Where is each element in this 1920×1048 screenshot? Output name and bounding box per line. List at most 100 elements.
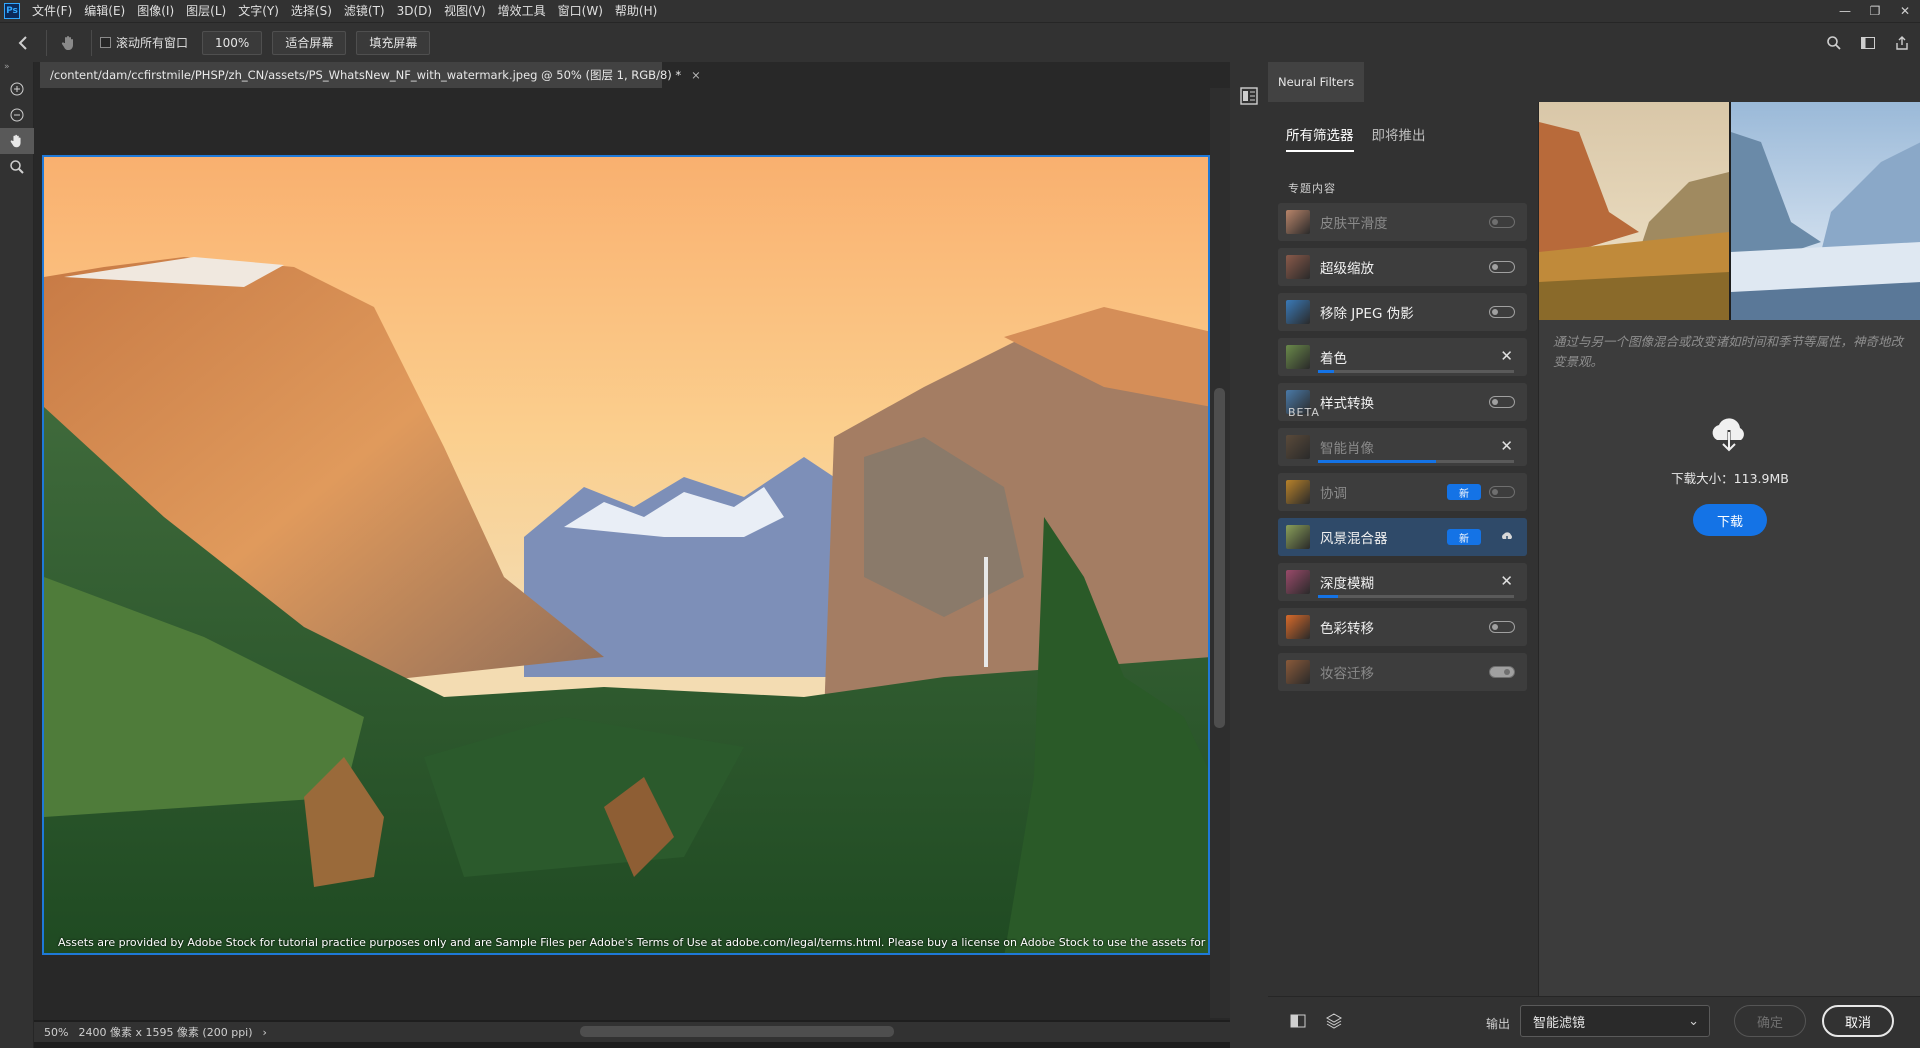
progress-fill	[1318, 595, 1338, 598]
compare-icon[interactable]	[1288, 1011, 1308, 1031]
filter-toggle[interactable]	[1489, 396, 1515, 408]
restore-icon[interactable]: ❐	[1860, 0, 1890, 22]
download-button[interactable]: 下载	[1693, 504, 1767, 536]
filter-list: 所有筛选器 即将推出 专题内容 皮肤平滑度超级缩放移除 JPEG 伪影着色 ✕ 样式…	[1268, 102, 1538, 996]
filter-item[interactable]: 超级缩放	[1278, 248, 1527, 286]
horizontal-scrollbar-thumb[interactable]	[580, 1026, 894, 1037]
options-right	[1820, 29, 1916, 57]
output-select[interactable]: 智能滤镜 ⌄	[1520, 1005, 1710, 1037]
filter-thumbnail-icon	[1286, 345, 1310, 369]
menu-item[interactable]: 帮助(H)	[609, 0, 663, 22]
menu-item[interactable]: 窗口(W)	[552, 0, 609, 22]
menu-item[interactable]: 文字(Y)	[232, 0, 285, 22]
filter-thumbnail-icon	[1286, 300, 1310, 324]
document-image[interactable]: Assets are provided by Adobe Stock for t…	[42, 155, 1210, 955]
tab-all-filters[interactable]: 所有筛选器	[1286, 124, 1354, 152]
filter-item[interactable]: 皮肤平滑度	[1278, 203, 1527, 241]
close-icon[interactable]: ✕	[1890, 0, 1920, 22]
filter-name: 样式转换	[1320, 396, 1374, 412]
menu-item[interactable]: 滤镜(T)	[338, 0, 391, 22]
filter-item[interactable]: 色彩转移	[1278, 608, 1527, 646]
document-dimensions: 2400 像素 x 1595 像素 (200 ppi)	[78, 1026, 253, 1039]
filter-item[interactable]: 智能肖像 ✕	[1278, 428, 1527, 466]
fill-screen-button[interactable]: 填充屏幕	[356, 30, 431, 55]
filter-name: 风景混合器	[1320, 531, 1388, 547]
separator	[46, 29, 47, 56]
filter-thumbnail-icon	[1286, 525, 1310, 549]
menu-item[interactable]: 3D(D)	[391, 0, 438, 22]
progress-fill	[1318, 460, 1436, 463]
menu-item[interactable]: 选择(S)	[285, 0, 338, 22]
photoshop-logo: Ps	[4, 3, 20, 19]
menu-item[interactable]: 图像(I)	[131, 0, 180, 22]
filter-thumbnail-icon	[1286, 570, 1310, 594]
filter-toggle[interactable]	[1489, 666, 1515, 678]
filter-toggle[interactable]	[1489, 216, 1515, 228]
filter-tabs: 所有筛选器 即将推出	[1286, 124, 1426, 152]
zoom-out-icon[interactable]	[0, 102, 34, 128]
filter-item[interactable]: 移除 JPEG 伪影	[1278, 293, 1527, 331]
filter-item[interactable]: 妆容迁移	[1278, 653, 1527, 691]
filter-toggle[interactable]	[1489, 261, 1515, 273]
filter-item[interactable]: 深度模糊 ✕	[1278, 563, 1527, 601]
back-chevron-icon[interactable]	[10, 29, 38, 57]
menu-item[interactable]: 文件(F)	[26, 0, 78, 22]
filter-thumbnail-icon	[1286, 480, 1310, 504]
search-icon[interactable]	[1820, 29, 1848, 57]
output-label: 输出	[1486, 1017, 1511, 1031]
workspace-icon[interactable]	[1854, 29, 1882, 57]
layers-icon[interactable]	[1324, 1011, 1344, 1031]
cancel-button[interactable]: 取消	[1822, 1005, 1894, 1037]
chevron-right-icon[interactable]: ›	[263, 1026, 267, 1039]
filter-name: 深度模糊	[1320, 576, 1374, 592]
menu-item[interactable]: 编辑(E)	[78, 0, 131, 22]
download-progress	[1318, 370, 1514, 373]
scrollbar-thumb[interactable]	[1214, 388, 1225, 728]
filter-toggle[interactable]	[1489, 306, 1515, 318]
vertical-scrollbar[interactable]	[1210, 88, 1230, 1018]
filter-name: 智能肖像	[1320, 441, 1374, 457]
new-badge: 新	[1447, 484, 1481, 500]
document-tab[interactable]: /content/dam/ccfirstmile/PHSP/zh_CN/asse…	[40, 62, 701, 88]
filter-item[interactable]: 风景混合器 新	[1278, 518, 1527, 556]
hand-tool-icon[interactable]	[55, 29, 83, 57]
filter-toggle[interactable]	[1489, 486, 1515, 498]
preview-images	[1539, 102, 1920, 320]
filter-name: 协调	[1320, 486, 1347, 502]
zoom-tool-icon[interactable]	[0, 154, 34, 180]
section-beta-label: BETA	[1288, 406, 1320, 419]
menu-item[interactable]: 视图(V)	[438, 0, 492, 22]
section-featured-label: 专题内容	[1288, 182, 1336, 195]
filter-item[interactable]: 协调 新	[1278, 473, 1527, 511]
cancel-download-icon[interactable]: ✕	[1500, 347, 1513, 365]
tab-coming-soon[interactable]: 即将推出	[1372, 124, 1426, 152]
new-badge: 新	[1447, 529, 1481, 545]
neural-filters-panel: Neural Filters 所有筛选器 即将推出 专题内容 皮肤平滑度超级缩放…	[1268, 62, 1920, 1048]
filter-name: 着色	[1320, 351, 1347, 367]
filter-thumbnail-icon	[1286, 210, 1310, 234]
fit-screen-button[interactable]: 适合屏幕	[272, 30, 347, 55]
filter-item[interactable]: 着色 ✕	[1278, 338, 1527, 376]
neural-filters-tab[interactable]: Neural Filters	[1268, 62, 1365, 102]
checkbox-box[interactable]	[100, 37, 111, 48]
zoom-in-icon[interactable]	[0, 76, 34, 102]
filter-toggle[interactable]	[1489, 621, 1515, 633]
scroll-all-windows-checkbox[interactable]: 滚动所有窗口	[100, 34, 188, 51]
hand-tool-icon[interactable]	[0, 128, 34, 154]
zoom-100-button[interactable]: 100%	[202, 30, 263, 55]
separator	[91, 29, 92, 56]
preview-autumn-image	[1539, 102, 1729, 320]
close-tab-icon[interactable]: ×	[691, 68, 701, 82]
menu-item[interactable]: 图层(L)	[180, 0, 232, 22]
cloud-download-icon[interactable]	[1499, 529, 1515, 545]
collapse-icon[interactable]: »	[0, 62, 33, 76]
cancel-download-icon[interactable]: ✕	[1500, 437, 1513, 455]
minimize-icon[interactable]: —	[1830, 0, 1860, 22]
landscape-image	[44, 157, 1208, 953]
menu-item[interactable]: 增效工具	[492, 0, 552, 22]
properties-panel-icon[interactable]	[1237, 84, 1261, 108]
filter-name: 超级缩放	[1320, 261, 1374, 277]
ok-button[interactable]: 确定	[1734, 1005, 1806, 1037]
share-icon[interactable]	[1888, 29, 1916, 57]
cancel-download-icon[interactable]: ✕	[1500, 572, 1513, 590]
